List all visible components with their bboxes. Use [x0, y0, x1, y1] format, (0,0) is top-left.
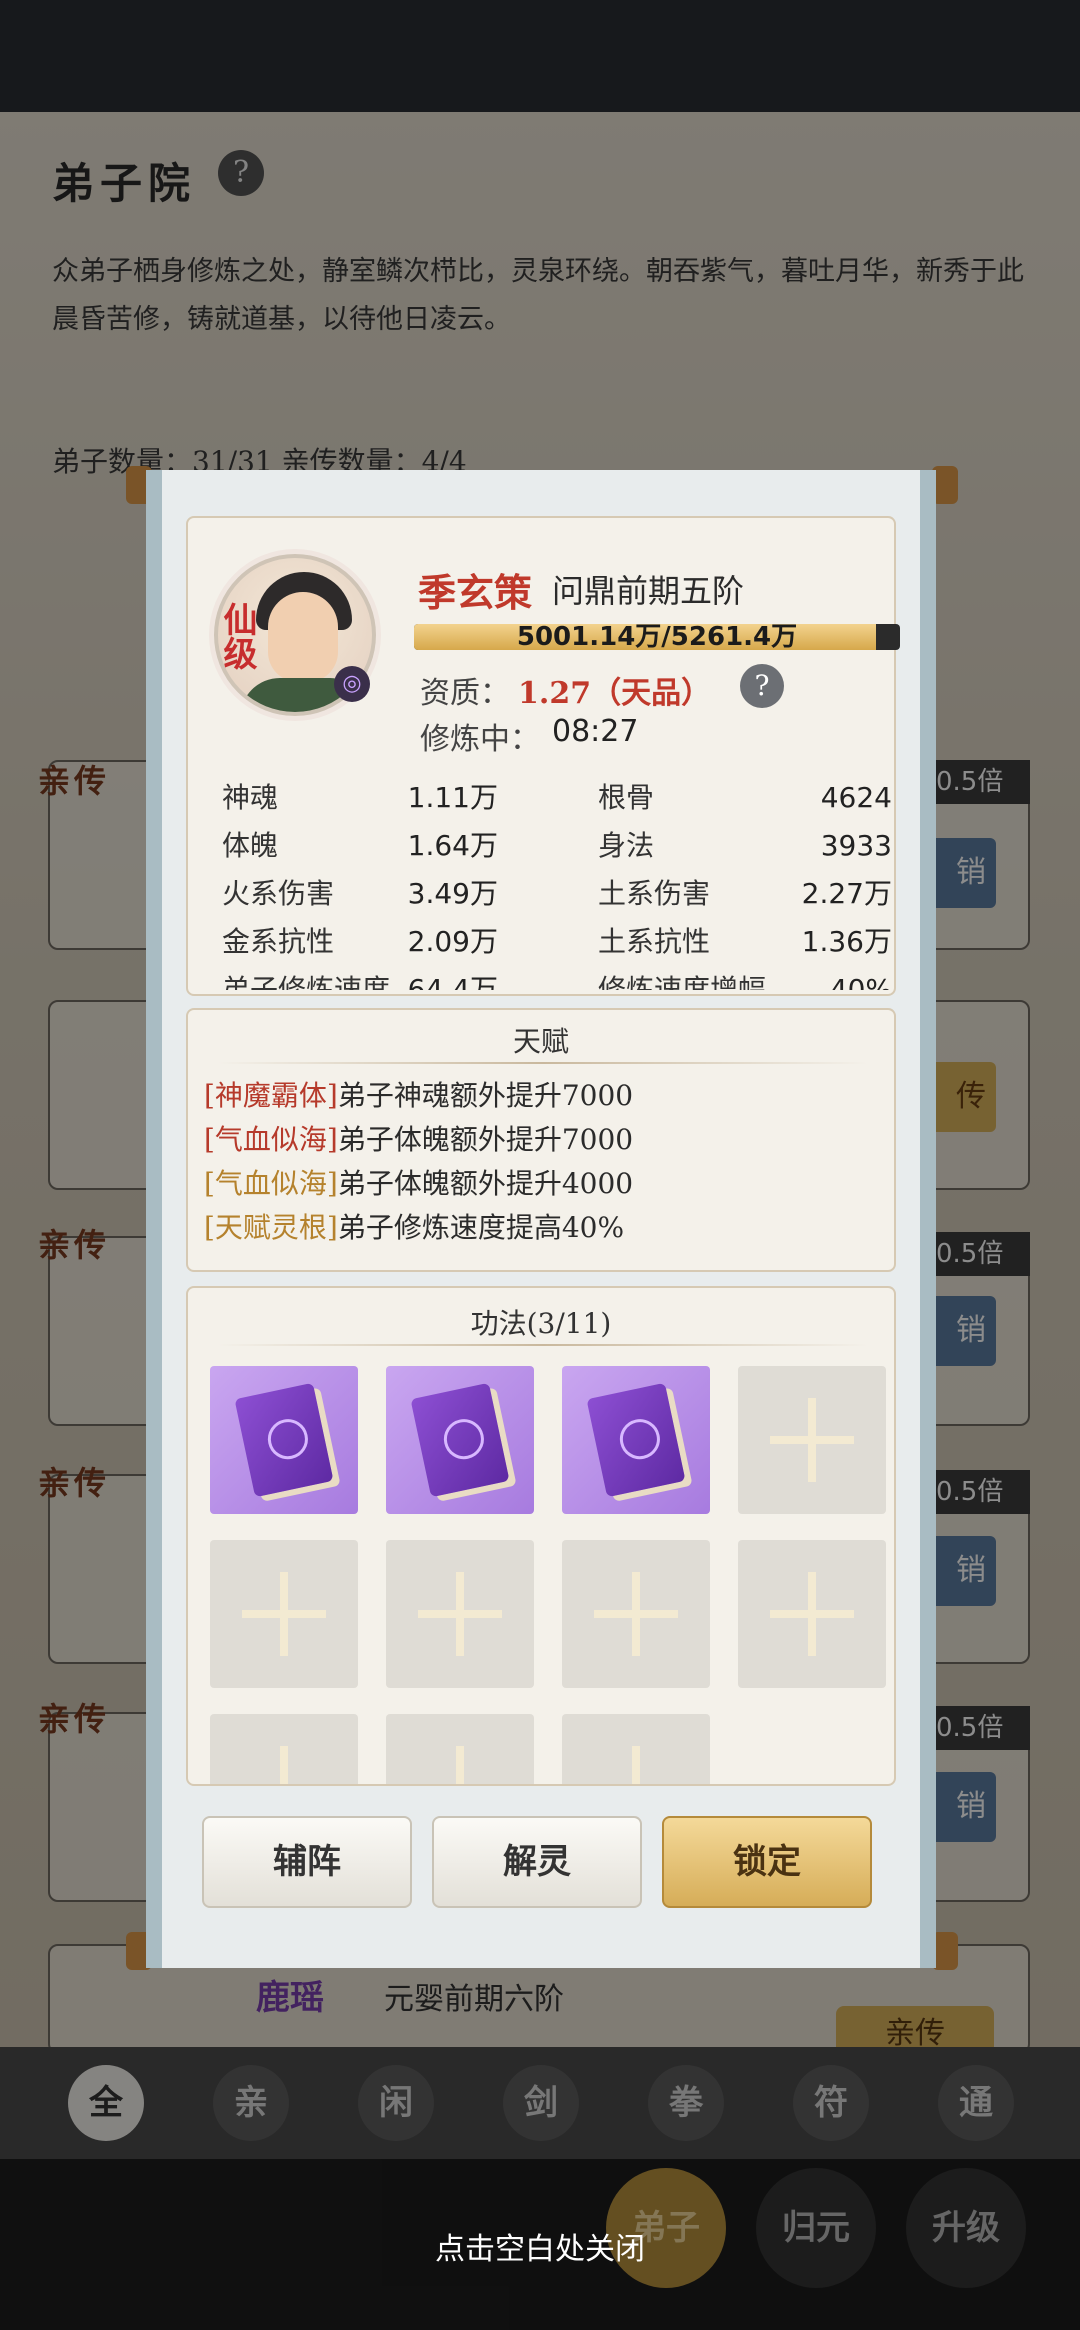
talent-tag: [气血似海] — [204, 1123, 338, 1156]
aptitude-label: 资质： — [420, 676, 510, 711]
talent-tag: [神魔霸体] — [204, 1079, 338, 1112]
disciple-name: 季玄策 — [418, 570, 533, 615]
divider — [218, 1062, 868, 1064]
stat-value: 1.36万 — [801, 925, 892, 958]
stat-row: 神魂 1.11万 — [222, 774, 498, 822]
aptitude-value: 1.27（天品） — [518, 676, 712, 711]
add-skill-slot[interactable] — [210, 1540, 358, 1688]
talent-text: 弟子体魄额外提升4000 — [337, 1167, 634, 1200]
skill-slot[interactable] — [210, 1366, 358, 1514]
stat-row: 土系抗性 1.36万 — [598, 918, 892, 966]
talent-item: [气血似海]弟子体魄额外提升7000 — [204, 1118, 633, 1158]
stat-label: 弟子修炼速度 — [222, 973, 391, 990]
avatar-face — [268, 592, 338, 682]
stat-value: 1.64万 — [407, 829, 498, 862]
talent-tag: [天赋灵根] — [204, 1211, 338, 1244]
stat-value: 2.09万 — [407, 925, 498, 958]
stat-value: 64.4万 — [407, 973, 498, 990]
stat-label: 修炼速度增幅 — [598, 973, 767, 990]
stat-row: 土系伤害 2.27万 — [598, 870, 892, 918]
talent-text: 弟子神魂额外提升7000 — [337, 1079, 634, 1112]
lock-button[interactable]: 锁定 — [662, 1816, 872, 1908]
stat-value: 3933 — [820, 829, 892, 862]
talent-text: 弟子体魄额外提升7000 — [337, 1123, 634, 1156]
divider — [218, 1344, 868, 1346]
disciple-detail-modal: 仙级 ◎ 季玄策 问鼎前期五阶 5001.14万/5261.4万 资质： 1.2… — [146, 470, 936, 1968]
skills-panel[interactable]: 功法(3/11) — [186, 1286, 896, 1786]
stat-label: 火系伤害 — [222, 877, 335, 910]
stat-value: 3.49万 — [407, 877, 498, 910]
skill-slot[interactable] — [562, 1366, 710, 1514]
stat-value: 40% — [829, 973, 892, 990]
stat-row: 根骨 4624 — [598, 774, 892, 822]
add-skill-slot[interactable] — [738, 1540, 886, 1688]
talent-item: [气血似海]弟子体魄额外提升4000 — [204, 1162, 633, 1202]
stat-row: 弟子修炼速度 64.4万 — [222, 966, 498, 990]
stat-value: 1.11万 — [407, 781, 498, 814]
add-skill-slot[interactable] — [210, 1714, 358, 1784]
purple-book-icon — [586, 1382, 686, 1498]
talent-item: [神魔霸体]弟子神魂额外提升7000 — [204, 1074, 633, 1114]
talent-title: 天赋 — [512, 1025, 569, 1058]
purple-book-icon — [410, 1382, 510, 1498]
add-skill-slot[interactable] — [562, 1714, 710, 1784]
training-label: 修炼中： — [420, 722, 540, 757]
stat-label: 金系抗性 — [222, 925, 335, 958]
add-skill-slot[interactable] — [562, 1540, 710, 1688]
question-icon[interactable]: ? — [740, 664, 784, 708]
exp-text: 5001.14万/5261.4万 — [516, 624, 798, 650]
add-skill-slot[interactable] — [738, 1366, 886, 1514]
add-skill-slot[interactable] — [386, 1714, 534, 1784]
assist-formation-button[interactable]: 辅阵 — [202, 1816, 412, 1908]
stat-label: 神魂 — [222, 781, 279, 814]
talent-tag: [气血似海] — [204, 1167, 338, 1200]
skill-slot[interactable] — [386, 1366, 534, 1514]
disciple-info-panel: 仙级 ◎ 季玄策 问鼎前期五阶 5001.14万/5261.4万 资质： 1.2… — [186, 516, 900, 996]
stat-row: 金系抗性 2.09万 — [222, 918, 498, 966]
close-hint: 点击空白处关闭 — [435, 2232, 645, 2267]
stat-value: 4624 — [820, 781, 892, 814]
stat-row: 修炼速度增幅 40% — [598, 966, 892, 990]
stat-label: 土系抗性 — [598, 925, 711, 958]
training-time: 08:27 — [552, 714, 639, 749]
release-spirit-button[interactable]: 解灵 — [432, 1816, 642, 1908]
stat-value: 2.27万 — [801, 877, 892, 910]
spiral-icon: ◎ — [334, 666, 370, 702]
grade-badge: 仙级 — [217, 602, 257, 670]
add-skill-slot[interactable] — [386, 1540, 534, 1688]
stat-label: 根骨 — [598, 781, 655, 814]
disciple-realm: 问鼎前期五阶 — [552, 572, 745, 610]
talent-item: [天赋灵根]弟子修炼速度提高40% — [204, 1206, 624, 1246]
stat-row: 火系伤害 3.49万 — [222, 870, 498, 918]
stat-label: 土系伤害 — [598, 877, 711, 910]
stats-list[interactable]: 神魂 1.11万 根骨 4624 体魄 1.64万 身法 3933 火系伤害 3.49万 … — [222, 774, 892, 990]
stat-label: 体魄 — [222, 829, 279, 862]
stat-row: 身法 3933 — [598, 822, 892, 870]
stat-row: 体魄 1.64万 — [222, 822, 498, 870]
skills-title: 功法(3/11) — [470, 1307, 612, 1340]
exp-bar: 5001.14万/5261.4万 — [414, 624, 900, 650]
stat-label: 身法 — [598, 829, 655, 862]
talent-panel: 天赋 [神魔霸体]弟子神魂额外提升7000 [气血似海]弟子体魄额外提升7000… — [186, 1008, 896, 1272]
purple-book-icon — [234, 1382, 334, 1498]
talent-text: 弟子修炼速度提高40% — [337, 1211, 625, 1244]
